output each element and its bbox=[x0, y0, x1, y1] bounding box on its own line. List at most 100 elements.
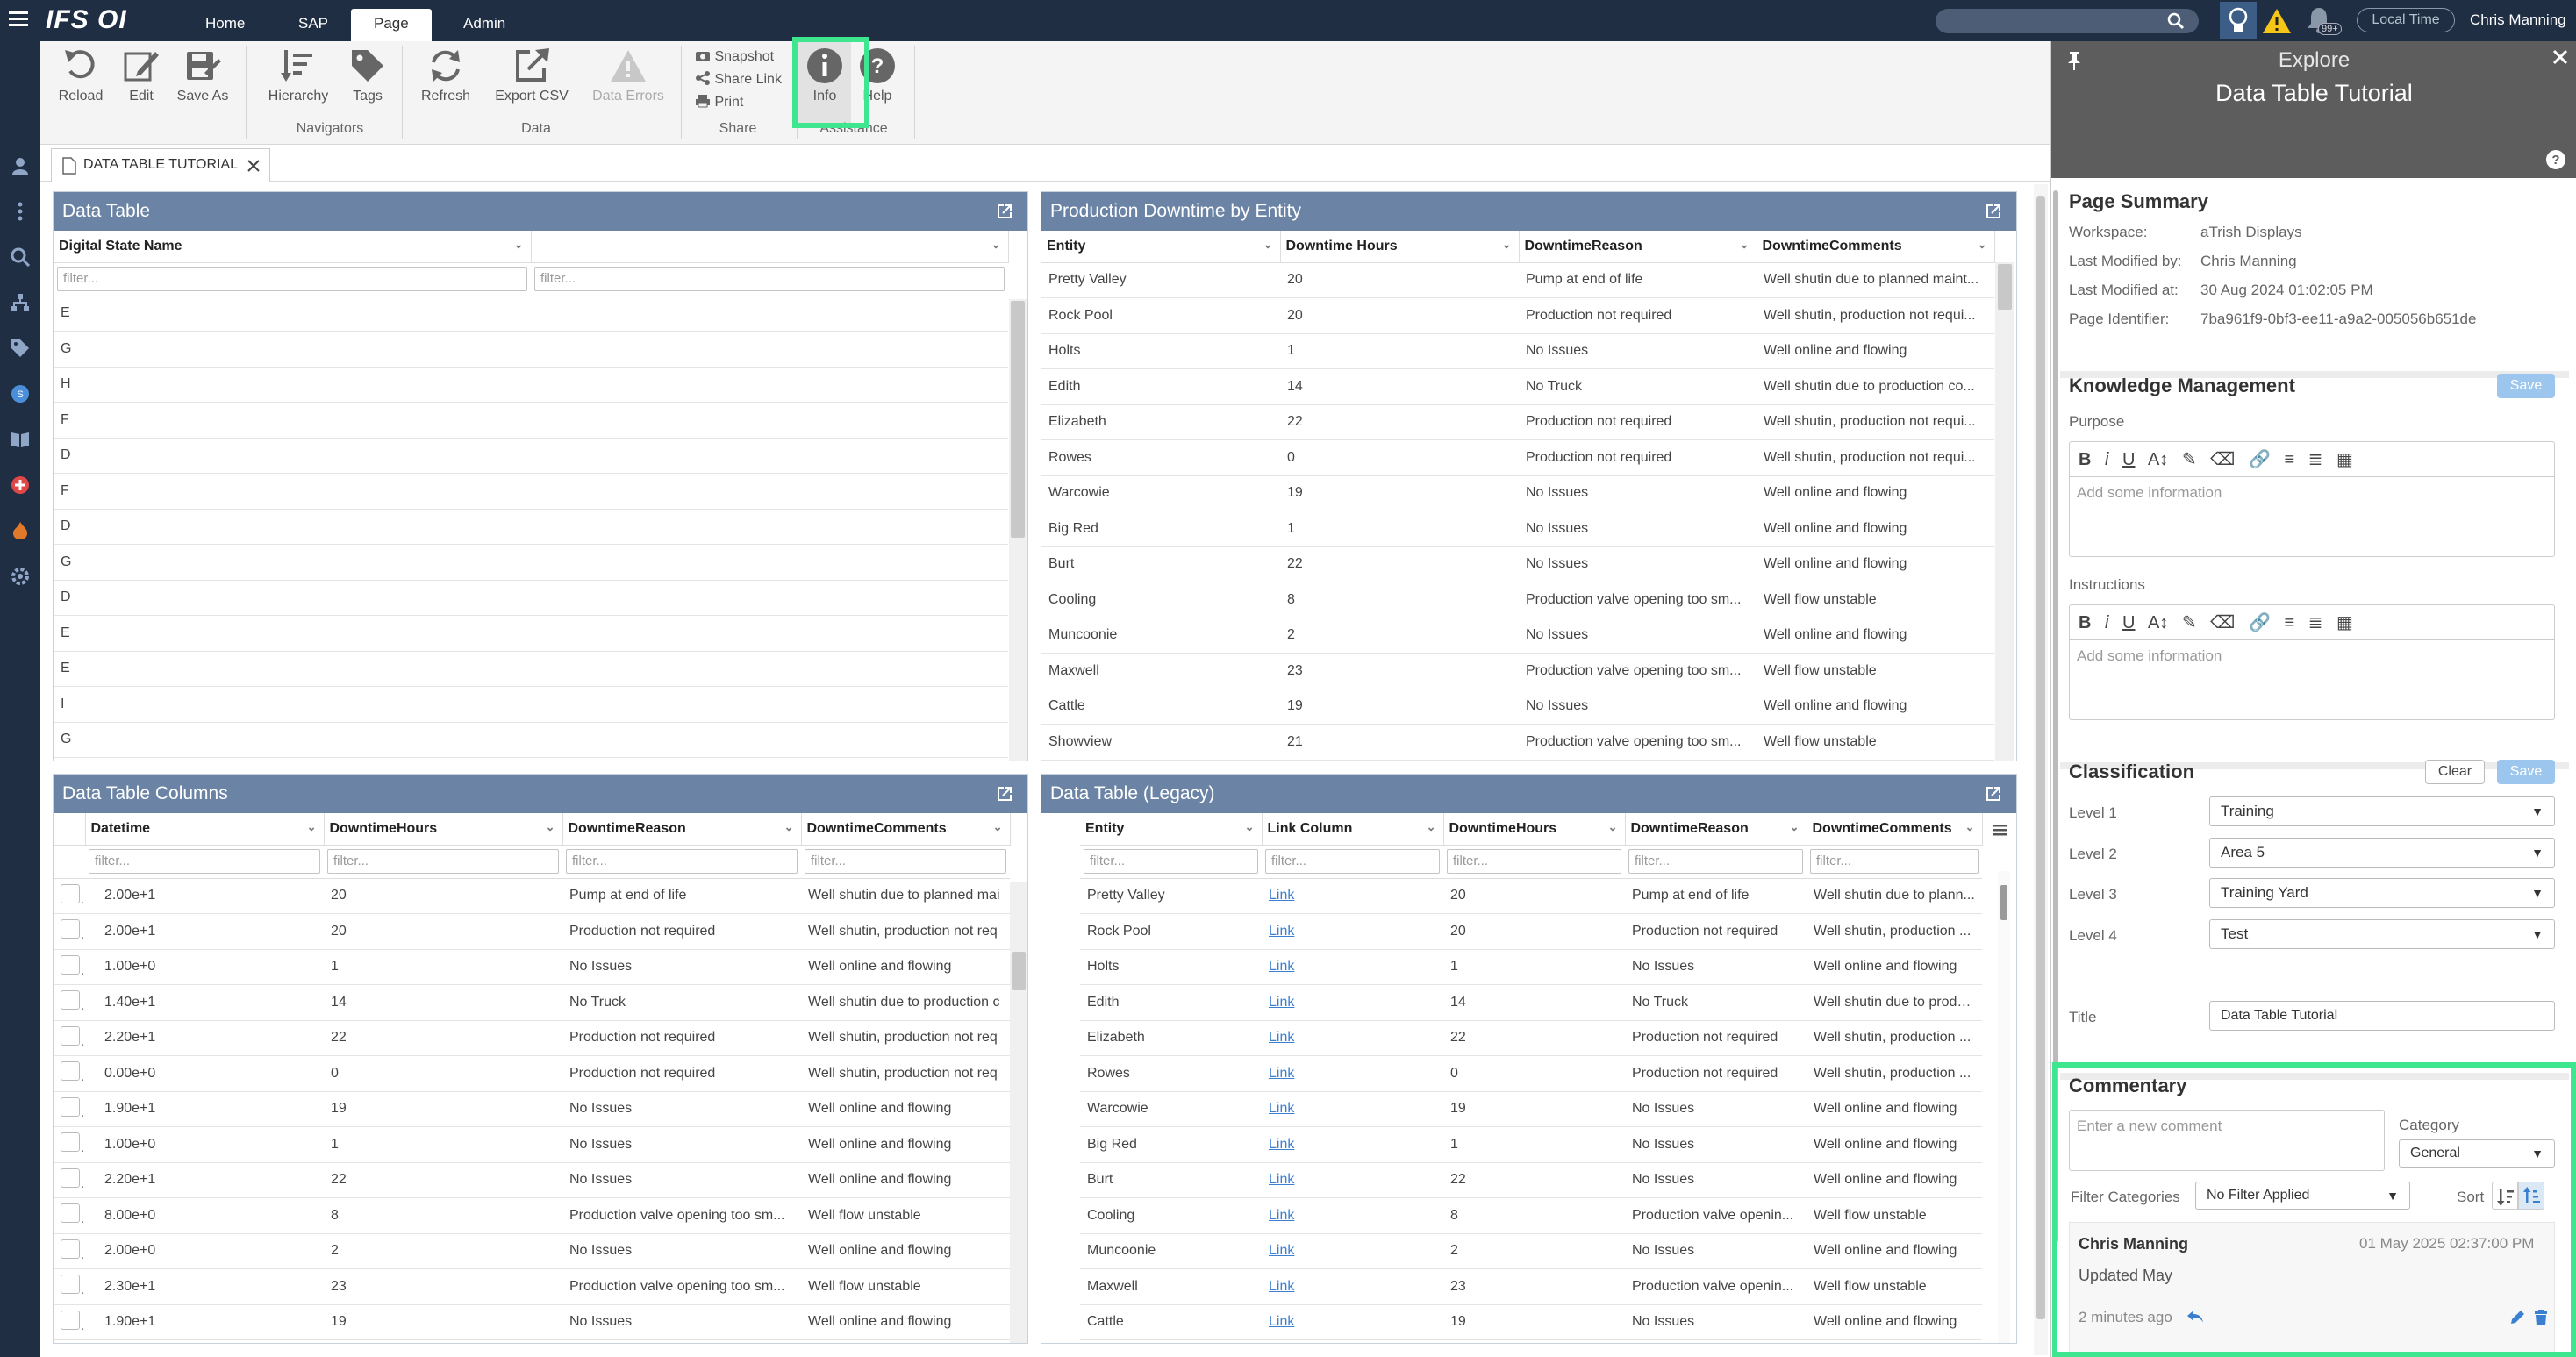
nav-home[interactable]: Home bbox=[182, 9, 268, 41]
fire-icon[interactable] bbox=[10, 520, 31, 541]
table-row[interactable]: G bbox=[54, 722, 1008, 758]
table-row[interactable]: 2.20e+1 22 Production not required Well shu… bbox=[54, 1020, 1010, 1056]
filter-input[interactable]: filter... bbox=[805, 849, 1006, 874]
table-row[interactable]: F bbox=[54, 402, 1008, 439]
chevron-down-icon[interactable]: ⌄ bbox=[993, 820, 1003, 834]
table-row[interactable]: H bbox=[54, 367, 1008, 403]
table-row[interactable]: Showview 21 Production valve opening too s… bbox=[1041, 724, 1994, 761]
level-1-select[interactable]: Training ▼ bbox=[2209, 796, 2555, 826]
table-row[interactable]: Rock Pool 20 Production not required Well s… bbox=[1041, 297, 1994, 334]
chevron-down-icon[interactable]: ⌄ bbox=[1502, 238, 1512, 252]
chevron-down-icon[interactable]: ⌄ bbox=[1263, 238, 1273, 252]
scrollbar[interactable] bbox=[1998, 871, 2010, 1343]
instructions-editor[interactable]: B i U A↕ ✎ ⌫ 🔗 ≡ ≣ ▦ Add some informatio… bbox=[2069, 604, 2555, 720]
column-header[interactable]: DowntimeComments ⌄ bbox=[1757, 231, 1995, 263]
column-header[interactable]: DowntimeHours ⌄ bbox=[1443, 813, 1626, 846]
lightbulb-icon[interactable] bbox=[2220, 2, 2257, 39]
column-header[interactable]: DowntimeReason ⌄ bbox=[1625, 813, 1807, 846]
popout-icon[interactable] bbox=[996, 785, 1013, 803]
table-row[interactable]: Cattle Link 19 No Issues Well online and flo… bbox=[1080, 1304, 1982, 1340]
nav-sap[interactable]: SAP bbox=[275, 9, 351, 41]
filter-input[interactable]: filter... bbox=[1810, 849, 1979, 874]
row-link[interactable]: Link bbox=[1269, 1314, 1294, 1329]
row-link[interactable]: Link bbox=[1269, 959, 1294, 974]
row-link[interactable]: Link bbox=[1269, 924, 1294, 939]
table-row[interactable]: Burt Link 22 No Issues Well online and flowi… bbox=[1080, 1162, 1982, 1198]
add-red-icon[interactable] bbox=[10, 475, 31, 496]
table-row[interactable]: G bbox=[54, 331, 1008, 368]
table-row[interactable]: Maxwell Link 23 Production valve openin... W… bbox=[1080, 1268, 1982, 1305]
column-header[interactable]: ⌄ bbox=[531, 231, 1009, 263]
table-row[interactable]: 1.00e+0 1 No Issues Well online and flowing bbox=[54, 1126, 1010, 1163]
table-row[interactable]: Holts Link 1 No Issues Well online and flowi… bbox=[1080, 949, 1982, 985]
column-header[interactable]: DowntimeHours ⌄ bbox=[324, 813, 563, 846]
column-header[interactable]: Link Column ⌄ bbox=[1262, 813, 1444, 846]
table-row[interactable]: Big Red 1 No Issues Well online and flowing bbox=[1041, 511, 1994, 547]
filter-input[interactable]: filter... bbox=[327, 849, 559, 874]
more-vertical-icon[interactable] bbox=[10, 201, 31, 222]
row-checkbox[interactable] bbox=[61, 1203, 80, 1224]
table-row[interactable]: Rowes 0 Production not required Well shutin… bbox=[1041, 439, 1994, 476]
table-row[interactable]: 1.90e+1 19 No Issues Well online and flowin… bbox=[54, 1091, 1010, 1127]
chevron-down-icon[interactable]: ⌄ bbox=[307, 820, 317, 834]
row-link[interactable]: Link bbox=[1269, 1030, 1294, 1045]
chevron-down-icon[interactable]: ⌄ bbox=[991, 238, 1001, 252]
row-checkbox[interactable] bbox=[61, 919, 80, 939]
hierarchy-icon[interactable] bbox=[10, 292, 31, 313]
table-row[interactable]: Rowes Link 0 Production not required Well sh… bbox=[1080, 1055, 1982, 1092]
settings-icon[interactable] bbox=[10, 566, 31, 587]
table-row[interactable]: E bbox=[54, 615, 1008, 652]
row-link[interactable]: Link bbox=[1269, 1137, 1294, 1152]
purpose-editor[interactable]: B i U A↕ ✎ ⌫ 🔗 ≡ ≣ ▦ Add some informatio… bbox=[2069, 441, 2555, 557]
popout-icon[interactable] bbox=[996, 203, 1013, 220]
chevron-down-icon[interactable]: ⌄ bbox=[514, 238, 524, 252]
filter-input[interactable]: filter... bbox=[57, 267, 527, 291]
filter-input[interactable]: filter... bbox=[1084, 849, 1258, 874]
row-link[interactable]: Link bbox=[1269, 888, 1294, 903]
search-rail-icon[interactable] bbox=[10, 246, 31, 268]
filter-input[interactable]: filter... bbox=[1265, 849, 1440, 874]
table-row[interactable]: 8.00e+0 8 Production valve opening too sm.… bbox=[54, 1197, 1010, 1234]
print-button[interactable]: Print bbox=[695, 92, 743, 113]
row-link[interactable]: Link bbox=[1269, 1208, 1294, 1223]
table-row[interactable]: Elizabeth 22 Production not required Well s… bbox=[1041, 404, 1994, 440]
sap-icon[interactable]: S bbox=[10, 383, 31, 404]
close-tab-icon[interactable] bbox=[247, 159, 261, 173]
popout-icon[interactable] bbox=[1985, 203, 2002, 220]
table-row[interactable]: G bbox=[54, 544, 1008, 581]
table-row[interactable]: F bbox=[54, 473, 1008, 510]
editor-toolbar[interactable]: B i U A↕ ✎ ⌫ 🔗 ≡ ≣ ▦ bbox=[2070, 442, 2554, 477]
table-row[interactable]: 1.00e+0 1 No Issues Well online and flowing bbox=[54, 949, 1010, 985]
table-row[interactable]: Burt 22 No Issues Well online and flowing bbox=[1041, 546, 1994, 582]
save-as-button[interactable]: Save As bbox=[168, 46, 238, 104]
hierarchy-button[interactable]: Hierarchy bbox=[263, 46, 333, 104]
row-link[interactable]: Link bbox=[1269, 1101, 1294, 1116]
column-header[interactable]: Downtime Hours ⌄ bbox=[1280, 231, 1520, 263]
search-input[interactable] bbox=[1936, 9, 2199, 33]
chevron-down-icon[interactable]: ⌄ bbox=[546, 820, 555, 834]
table-row[interactable]: 1.90e+1 19 No Issues Well online and flowin… bbox=[54, 1304, 1010, 1340]
filter-input[interactable]: filter... bbox=[566, 849, 798, 874]
user-name[interactable]: Chris Manning bbox=[2470, 11, 2566, 29]
column-header[interactable]: Entity ⌄ bbox=[1080, 813, 1263, 846]
table-row[interactable]: Warcowie Link 19 No Issues Well online and f… bbox=[1080, 1091, 1982, 1127]
row-checkbox[interactable] bbox=[61, 954, 80, 975]
row-link[interactable]: Link bbox=[1269, 1066, 1294, 1081]
tag-icon[interactable] bbox=[10, 338, 31, 359]
table-row[interactable]: 2.20e+1 22 No Issues Well online and flowin… bbox=[54, 1162, 1010, 1198]
column-menu-icon[interactable] bbox=[1991, 820, 2010, 839]
document-tab[interactable]: DATA TABLE TUTORIAL bbox=[51, 148, 270, 182]
column-header[interactable]: Datetime ⌄ bbox=[85, 813, 325, 846]
nav-page[interactable]: Page bbox=[351, 9, 432, 41]
menu-icon[interactable] bbox=[9, 10, 28, 27]
table-row[interactable]: Edith 14 No Truck Well shutin due to produc… bbox=[1041, 368, 1994, 405]
scrollbar[interactable] bbox=[1995, 262, 2014, 761]
row-link[interactable]: Link bbox=[1269, 1243, 1294, 1258]
classification-clear-button[interactable]: Clear bbox=[2425, 760, 2485, 784]
table-row[interactable]: Cooling 8 Production valve opening too sm.… bbox=[1041, 582, 1994, 618]
title-input[interactable]: Data Table Tutorial bbox=[2209, 1001, 2555, 1031]
user-icon[interactable] bbox=[10, 155, 31, 176]
classification-save-button[interactable]: Save bbox=[2497, 760, 2555, 784]
table-row[interactable]: E bbox=[54, 296, 1008, 332]
filter-input[interactable]: filter... bbox=[1447, 849, 1621, 874]
